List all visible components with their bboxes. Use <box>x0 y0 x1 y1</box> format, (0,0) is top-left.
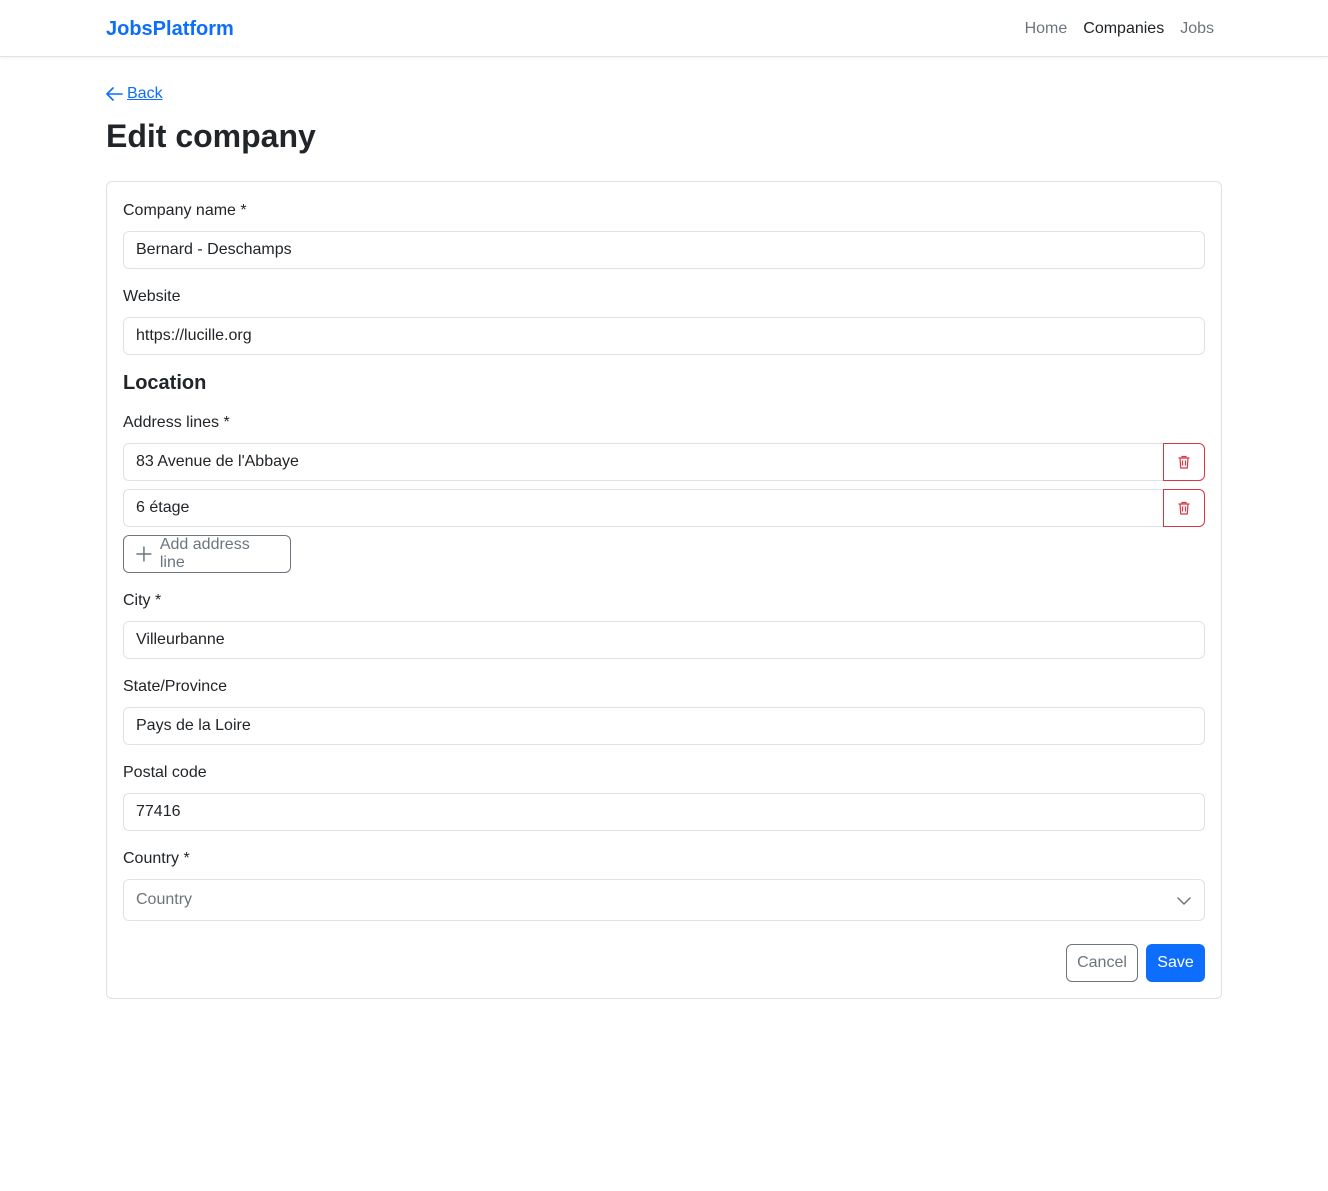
city-input[interactable]: Villeurbanne <box>123 621 1205 659</box>
postal-code-label: Postal code <box>123 764 207 781</box>
navbar: JobsPlatform Home Companies Jobs <box>0 0 1328 57</box>
location-heading: Location <box>123 372 207 394</box>
arrow-left-icon <box>106 87 123 101</box>
trash-icon <box>1178 455 1190 469</box>
website-input[interactable]: https://lucille.org <box>123 317 1205 355</box>
address-line-input-2[interactable]: 6 étage <box>123 489 1163 527</box>
chevron-down-icon <box>1177 897 1191 905</box>
plus-icon <box>136 546 152 562</box>
address-line-input-1[interactable]: 83 Avenue de l'Abbaye <box>123 443 1163 481</box>
country-label: Country * <box>123 850 190 867</box>
nav-link-companies[interactable]: Companies <box>1083 18 1164 40</box>
country-placeholder: Country <box>136 891 193 908</box>
company-form-card: Company name * Bernard - Deschamps Websi… <box>106 181 1222 999</box>
nav-link-home[interactable]: Home <box>1025 18 1068 40</box>
nav-links: Home Companies Jobs <box>1025 18 1214 40</box>
save-button[interactable]: Save <box>1146 944 1205 982</box>
back-link[interactable]: Back <box>106 84 163 104</box>
add-address-line-button[interactable]: Add address line <box>123 535 291 573</box>
add-address-line-label: Add address line <box>159 536 250 571</box>
company-name-label: Company name * <box>123 202 247 219</box>
city-label: City * <box>123 592 162 609</box>
delete-address-line-button[interactable] <box>1163 489 1205 527</box>
address-line-row: 6 étage <box>123 489 1205 527</box>
state-input[interactable]: Pays de la Loire <box>123 707 1205 745</box>
brand-logo[interactable]: JobsPlatform <box>106 17 234 41</box>
back-label: Back <box>127 85 163 102</box>
country-select[interactable]: Country <box>123 879 1205 921</box>
company-name-input[interactable]: Bernard - Deschamps <box>123 231 1205 269</box>
postal-code-input[interactable]: 77416 <box>123 793 1205 831</box>
state-label: State/Province <box>123 678 228 695</box>
delete-address-line-button[interactable] <box>1163 443 1205 481</box>
trash-icon <box>1178 501 1190 515</box>
address-lines-label: Address lines * <box>123 414 230 431</box>
website-label: Website <box>123 288 181 305</box>
cancel-button[interactable]: Cancel <box>1066 944 1138 982</box>
address-line-row: 83 Avenue de l'Abbaye <box>123 443 1205 481</box>
page-title: Edit company <box>106 118 316 154</box>
nav-link-jobs[interactable]: Jobs <box>1180 18 1214 40</box>
